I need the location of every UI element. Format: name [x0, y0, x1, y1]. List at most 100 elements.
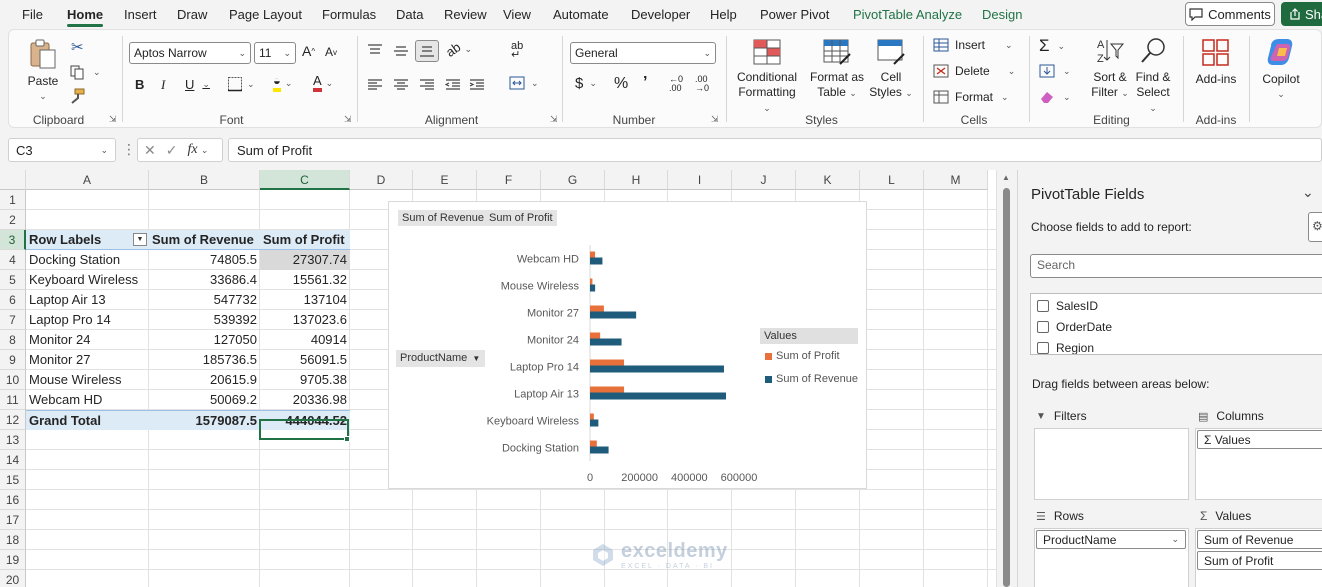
decrease-decimal-button[interactable]: .00 →0 — [695, 75, 709, 93]
row-header-7[interactable]: 7 — [0, 310, 26, 330]
enter-icon[interactable]: ✓ — [166, 142, 178, 159]
format-cells-button[interactable]: Format ⌄ — [933, 90, 1009, 104]
format-painter-button[interactable] — [69, 88, 85, 104]
tab-review[interactable]: Review — [444, 7, 487, 22]
fill-handle[interactable] — [344, 436, 350, 442]
tab-help[interactable]: Help — [710, 7, 737, 22]
cancel-icon[interactable]: ✕ — [144, 142, 156, 159]
wrap-text-button[interactable]: ab ↵ — [511, 41, 523, 61]
alignment-launcher-icon[interactable]: ⇲ — [550, 114, 558, 125]
number-launcher-icon[interactable]: ⇲ — [711, 114, 719, 125]
columns-chip-values[interactable]: Σ Values — [1197, 430, 1322, 449]
pivot-revenue-cell[interactable]: 185736.5 — [149, 350, 260, 370]
increase-font-button[interactable]: A ^ — [302, 43, 315, 59]
pane-settings-button[interactable]: ⚙ — [1308, 212, 1322, 242]
share-button[interactable]: Share — [1281, 2, 1322, 26]
field-item-salesid[interactable]: SalesID — [1037, 299, 1098, 313]
pivot-revenue-cell[interactable]: 50069.2 — [149, 390, 260, 410]
pivot-profit-cell[interactable]: 9705.38 — [260, 370, 350, 390]
tab-file[interactable]: File — [22, 7, 43, 22]
row-header-16[interactable]: 16 — [0, 490, 26, 510]
row-header-2[interactable]: 2 — [0, 210, 26, 230]
checkbox[interactable] — [1037, 300, 1049, 312]
tab-page-layout[interactable]: Page Layout — [229, 7, 302, 22]
format-as-table-button[interactable]: Format as Table ⌄ — [807, 38, 867, 101]
row-header-11[interactable]: 11 — [0, 390, 26, 410]
row-header-18[interactable]: 18 — [0, 530, 26, 550]
vertical-scrollbar[interactable]: ▲ — [996, 170, 1016, 587]
clear-button[interactable]: ⌄ — [1039, 90, 1071, 104]
find-select-button[interactable]: Find & Select ⌄ — [1133, 36, 1173, 116]
delete-cells-button[interactable]: Delete ⌄ — [933, 64, 1015, 78]
add-ins-button[interactable]: Add-ins — [1189, 38, 1243, 87]
fill-button[interactable]: ⌄ — [1039, 64, 1071, 78]
tab-developer[interactable]: Developer — [631, 7, 690, 22]
scroll-up-icon[interactable]: ▲ — [1002, 173, 1010, 182]
pivot-revenue-cell[interactable]: 547732 — [149, 290, 260, 310]
grand-total-label[interactable]: Grand Total — [26, 410, 149, 430]
row-header-15[interactable]: 15 — [0, 470, 26, 490]
pivot-row-label[interactable]: Monitor 27 — [26, 350, 149, 370]
field-item-region[interactable]: Region — [1037, 341, 1094, 354]
column-header-b[interactable]: B — [149, 170, 260, 190]
fill-color-button[interactable]: ◒ ⌄ — [273, 74, 292, 92]
name-box[interactable]: C3 ⌄ — [8, 138, 116, 162]
sort-filter-button[interactable]: AZ Sort & Filter ⌄ — [1091, 36, 1129, 101]
pivot-row-label[interactable]: Mouse Wireless — [26, 370, 149, 390]
pivot-row-label[interactable]: Webcam HD — [26, 390, 149, 410]
pivot-profit-cell[interactable]: 56091.5 — [260, 350, 350, 370]
row-header-1[interactable]: 1 — [0, 190, 26, 210]
tab-design[interactable]: Design — [982, 7, 1022, 22]
increase-decimal-button[interactable]: ←0.00 — [669, 75, 683, 93]
pivot-row-label[interactable]: Monitor 24 — [26, 330, 149, 350]
column-header-m[interactable]: M — [924, 170, 988, 190]
autosum-button[interactable]: Σ ⌄ — [1039, 36, 1065, 56]
row-header-20[interactable]: 20 — [0, 570, 26, 587]
orientation-button[interactable]: ab ⌄ — [443, 39, 472, 60]
select-all-corner[interactable] — [0, 170, 26, 190]
align-center-icon[interactable] — [393, 78, 409, 92]
rows-chip-productname[interactable]: ProductName ⌄ — [1036, 530, 1186, 549]
row-header-14[interactable]: 14 — [0, 450, 26, 470]
borders-button[interactable]: ⌄ — [227, 76, 255, 92]
column-header-j[interactable]: J — [732, 170, 796, 190]
pivot-profit-cell[interactable]: 137023.6 — [260, 310, 350, 330]
copilot-button[interactable]: Copilot ⌄ — [1255, 36, 1307, 102]
tab-draw[interactable]: Draw — [177, 7, 207, 22]
scrollbar-thumb[interactable] — [1003, 188, 1010, 587]
column-header-g[interactable]: G — [541, 170, 605, 190]
column-header-a[interactable]: A — [26, 170, 149, 190]
font-size-select[interactable]: 11 ⌄ — [254, 42, 296, 64]
insert-cells-button[interactable]: Insert ⌄ — [933, 38, 1013, 52]
pivot-profit-cell[interactable]: 40914 — [260, 330, 350, 350]
checkbox[interactable] — [1037, 342, 1049, 354]
font-launcher-icon[interactable]: ⇲ — [344, 114, 352, 125]
pivot-revenue-cell[interactable]: 74805.5 — [149, 250, 260, 270]
column-header-l[interactable]: L — [860, 170, 924, 190]
pivot-row-label[interactable]: Laptop Air 13 — [26, 290, 149, 310]
pivot-row-label[interactable]: Laptop Pro 14 — [26, 310, 149, 330]
clipboard-launcher-icon[interactable]: ⇲ — [109, 114, 117, 125]
pivot-row-label[interactable]: Keyboard Wireless — [26, 270, 149, 290]
pivot-profit-cell[interactable]: 20336.98 — [260, 390, 350, 410]
conditional-formatting-button[interactable]: Conditional Formatting ⌄ — [733, 38, 801, 116]
pivot-header-revenue[interactable]: Sum of Revenue — [149, 230, 260, 250]
tab-home[interactable]: Home — [67, 7, 104, 27]
row-header-17[interactable]: 17 — [0, 510, 26, 530]
column-header-c[interactable]: C — [260, 170, 350, 190]
number-format-select[interactable]: General ⌄ — [570, 42, 716, 64]
values-chip-profit[interactable]: Sum of Profit — [1197, 551, 1322, 570]
row-header-9[interactable]: 9 — [0, 350, 26, 370]
pivot-profit-cell[interactable]: 137104 — [260, 290, 350, 310]
tab-insert[interactable]: Insert — [124, 7, 157, 22]
pivot-revenue-cell[interactable]: 20615.9 — [149, 370, 260, 390]
decrease-font-button[interactable]: Av — [325, 45, 337, 59]
align-right-icon[interactable] — [419, 78, 435, 92]
pivot-profit-cell[interactable]: 15561.32 — [260, 270, 350, 290]
filter-dropdown-icon[interactable]: ▼ — [133, 233, 147, 246]
align-middle-icon[interactable] — [393, 44, 409, 58]
tab-view[interactable]: View — [503, 7, 531, 22]
tab-formulas[interactable]: Formulas — [322, 7, 376, 22]
align-bottom-button[interactable] — [415, 40, 439, 62]
pivot-revenue-cell[interactable]: 127050 — [149, 330, 260, 350]
